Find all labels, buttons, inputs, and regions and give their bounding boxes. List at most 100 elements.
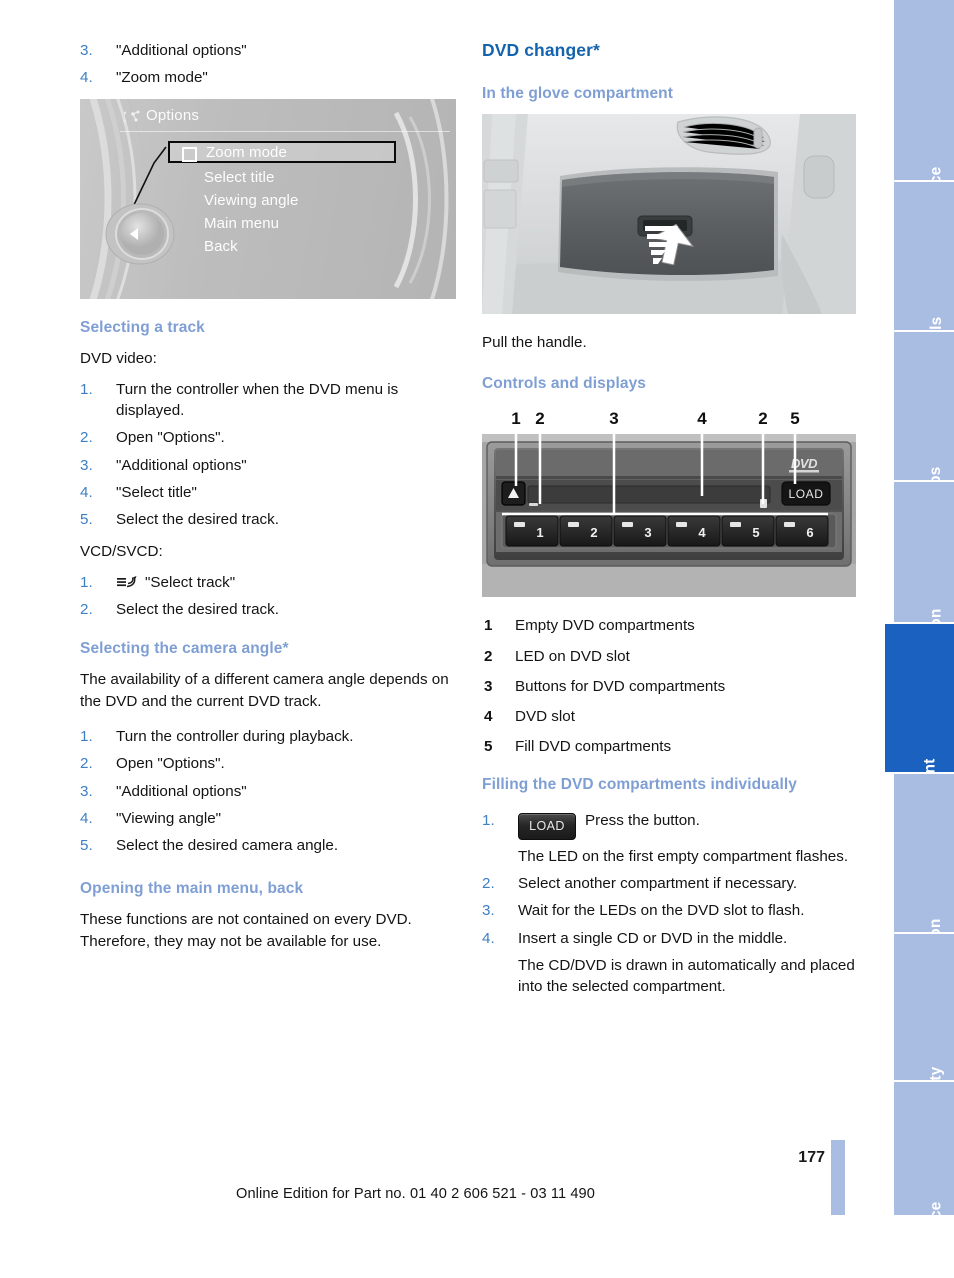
step-text: Select another compartment if necessary. bbox=[518, 874, 798, 892]
dvd-video-label: DVD video: bbox=[80, 349, 157, 367]
step-text: Select the desired track. bbox=[116, 601, 279, 619]
legend-text: DVD slot bbox=[515, 708, 575, 726]
svg-text:2: 2 bbox=[590, 525, 597, 540]
sidebar-tab-entertainment[interactable]: Entertainment bbox=[885, 624, 954, 865]
step-text: "Select title" bbox=[116, 483, 197, 501]
list-item: 2. Open "Options". bbox=[80, 427, 456, 448]
sidebar-tab-controls[interactable]: Controls bbox=[894, 182, 954, 381]
legend-text: LED on DVD slot bbox=[515, 647, 630, 665]
filling-steps-list: 1. LOAD Press the button. The LED on the … bbox=[482, 810, 858, 998]
step-number: 3. bbox=[80, 42, 93, 59]
top-steps-list: 3. "Additional options" 4. "Zoom mode" bbox=[80, 40, 456, 89]
list-item: 2 LED on DVD slot bbox=[482, 646, 858, 667]
step-number: 3. bbox=[80, 456, 93, 474]
voice-command-icon bbox=[117, 575, 137, 588]
step-text: "Additional options" bbox=[116, 456, 247, 474]
section-tabs-sidebar: At a glance Controls Driving tips Naviga… bbox=[885, 0, 954, 1278]
legend-number: 1 bbox=[484, 617, 493, 635]
legend-number: 3 bbox=[484, 677, 493, 695]
heading-opening-main-menu: Opening the main menu, back bbox=[80, 880, 304, 898]
step-text: "Additional options" bbox=[116, 782, 247, 800]
step-text: Press the button. bbox=[585, 811, 700, 829]
legend-number: 5 bbox=[484, 738, 493, 756]
tab-label: Reference bbox=[927, 1201, 945, 1278]
list-item: 4. "Viewing angle" bbox=[80, 808, 456, 829]
step-text: "Zoom mode" bbox=[116, 69, 208, 87]
step-text: Turn the controller during playback. bbox=[116, 727, 354, 745]
step-text: "Select track" bbox=[145, 573, 236, 591]
right-column: DVD changer* In the glove compartment Pu… bbox=[482, 40, 858, 1007]
svg-text:1: 1 bbox=[536, 525, 543, 540]
step-number: 1. bbox=[80, 573, 93, 591]
legend-number: 2 bbox=[484, 647, 493, 665]
list-item: 1 Empty DVD compartments bbox=[482, 615, 858, 636]
step-text: Open "Options". bbox=[116, 429, 225, 447]
heading-selecting-camera-angle: Selecting the camera angle* bbox=[80, 640, 289, 658]
list-item: 4. "Zoom mode" bbox=[80, 67, 456, 88]
list-item: 2. Select the desired track. bbox=[80, 599, 456, 620]
idrive-controller-knob bbox=[100, 189, 200, 279]
controls-legend-list: 1 Empty DVD compartments 2 LED on DVD sl… bbox=[482, 615, 858, 757]
load-button-graphic[interactable]: LOAD bbox=[518, 812, 576, 840]
legend-text: Empty DVD compartments bbox=[515, 617, 695, 635]
step-number: 3. bbox=[80, 782, 93, 800]
list-item: 1. Turn the controller when the DVD menu… bbox=[80, 379, 456, 422]
step-number: 2. bbox=[80, 601, 93, 619]
step-number: 4. bbox=[80, 69, 93, 87]
legend-text: Buttons for DVD compartments bbox=[515, 677, 726, 695]
edition-notice: Online Edition for Part no. 01 40 2 606 … bbox=[236, 1186, 595, 1202]
callout-5: 5 bbox=[790, 409, 799, 428]
camera-angle-steps-list: 1. Turn the controller during playback. … bbox=[80, 726, 456, 856]
glove-caption: Pull the handle. bbox=[482, 334, 587, 351]
step-number: 3. bbox=[482, 902, 495, 920]
list-item: 5. Select the desired camera angle. bbox=[80, 835, 456, 856]
heading-filling-dvd-compartments: Filling the DVD compartments individuall… bbox=[482, 775, 798, 793]
step-number: 4. bbox=[482, 929, 495, 947]
step-number: 5. bbox=[80, 837, 93, 855]
heading-selecting-a-track: Selecting a track bbox=[80, 318, 205, 336]
camera-angle-body: The availability of a different camera a… bbox=[80, 671, 449, 710]
page-title: DVD changer* bbox=[482, 40, 600, 60]
step-text: Wait for the LEDs on the DVD slot to fla… bbox=[518, 902, 805, 920]
svg-text:LOAD: LOAD bbox=[788, 487, 823, 501]
heading-controls-and-displays: Controls and displays bbox=[482, 375, 647, 393]
list-item: 3. "Additional options" bbox=[80, 40, 456, 61]
list-item: 4 DVD slot bbox=[482, 706, 858, 727]
step-number: 1. bbox=[80, 727, 93, 745]
page-edge-marker bbox=[831, 1140, 845, 1215]
step-substep-text: The CD/DVD is drawn in automatically and… bbox=[518, 956, 855, 996]
dvd-video-steps-list: 1. Turn the controller when the DVD menu… bbox=[80, 379, 456, 531]
step-number: 1. bbox=[482, 811, 495, 829]
step-number: 2. bbox=[80, 755, 93, 773]
sidebar-tab-reference[interactable]: Reference bbox=[894, 1082, 954, 1278]
list-item: 3. Wait for the LEDs on the DVD slot to … bbox=[482, 900, 858, 921]
glove-compartment-photo bbox=[482, 114, 856, 314]
heading-in-the-glove-compartment: In the glove compartment bbox=[482, 85, 674, 102]
page-footer: 177 Online Edition for Part no. 01 40 2 … bbox=[0, 1125, 885, 1215]
sidebar-tab-navigation[interactable]: Navigation bbox=[894, 482, 954, 689]
sidebar-tab-mobility[interactable]: Mobility bbox=[894, 934, 954, 1126]
step-text: Insert a single CD or DVD in the middle. bbox=[518, 929, 788, 947]
step-text: "Viewing angle" bbox=[116, 809, 222, 827]
vcd-steps-list: 1. "Select track" 2. Select the desired … bbox=[80, 572, 456, 621]
list-item: 1. LOAD Press the button. The LED on the … bbox=[482, 810, 858, 867]
step-number: 4. bbox=[80, 483, 93, 501]
main-menu-body: These functions are not contained on eve… bbox=[80, 911, 412, 950]
vcd-svcd-label: VCD/SVCD: bbox=[80, 542, 163, 560]
manual-page: 3. "Additional options" 4. "Zoom mode" O… bbox=[0, 0, 954, 1278]
list-item: 3 Buttons for DVD compartments bbox=[482, 676, 858, 697]
svg-text:5: 5 bbox=[752, 525, 759, 540]
callout-3: 3 bbox=[609, 409, 618, 428]
list-item: 4. Insert a single CD or DVD in the midd… bbox=[482, 928, 858, 998]
step-substep-text: The LED on the first empty compartment f… bbox=[518, 847, 849, 865]
left-column: 3. "Additional options" 4. "Zoom mode" O… bbox=[80, 40, 456, 962]
list-item: 2. Select another compartment if necessa… bbox=[482, 873, 858, 894]
sidebar-tab-communication[interactable]: Communication bbox=[894, 774, 954, 1038]
sidebar-tab-driving-tips[interactable]: Driving tips bbox=[894, 332, 954, 554]
list-item: 1. "Select track" bbox=[80, 572, 456, 593]
step-number: 2. bbox=[482, 874, 495, 892]
dvd-changer-controls-photo: LOAD DVD 1 2 3 4 5 6 1 2 3 4 2 5 bbox=[482, 404, 856, 598]
svg-text:3: 3 bbox=[644, 525, 651, 540]
sidebar-tab-at-a-glance[interactable]: At a glance bbox=[894, 0, 954, 251]
svg-text:4: 4 bbox=[698, 525, 706, 540]
